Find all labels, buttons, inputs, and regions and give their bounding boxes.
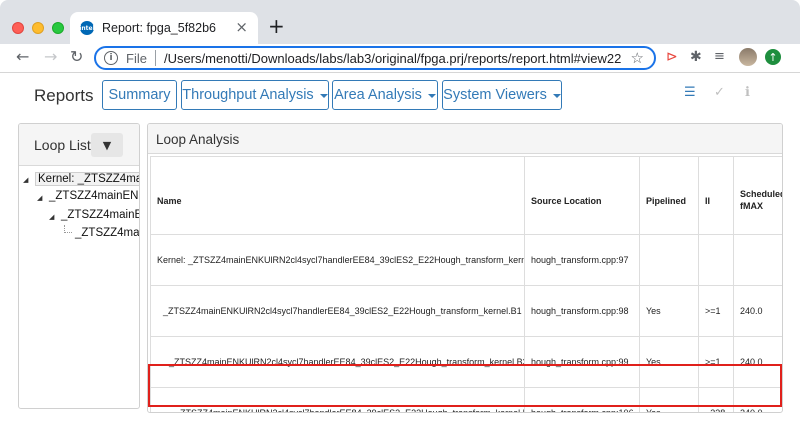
- update-arrow-icon[interactable]: ↑: [765, 49, 781, 65]
- tree-item-b5[interactable]: _ZTSZZ4mainENKUlRN2cl4sycl7handlerEE84_3…: [75, 227, 139, 239]
- window-minimize-button[interactable]: [32, 22, 44, 34]
- system-viewers-dropdown[interactable]: System Viewers: [442, 80, 562, 110]
- cell-ii: ~338: [698, 387, 734, 412]
- cell-fmax: [733, 234, 782, 286]
- source-link[interactable]: hough_transform.cpp:98: [524, 285, 640, 337]
- tree-item-b3[interactable]: _ZTSZZ4mainENKUlRN2cl4sycl7handlerEE84_3…: [61, 209, 139, 221]
- cell-name: _ZTSZZ4mainENKUlRN2cl4sycl7handlerEE84_3…: [150, 285, 525, 337]
- cell-ii: [698, 234, 734, 286]
- source-link[interactable]: hough_transform.cpp:99: [524, 336, 640, 388]
- cell-ii: >=1: [698, 285, 734, 337]
- loop-analysis-panel: Loop Analysis Name Source Location Pipel…: [147, 123, 783, 413]
- summary-button-label: Summary: [108, 87, 171, 103]
- column-header-ii[interactable]: II: [698, 156, 734, 235]
- area-analysis-label: Area Analysis: [334, 87, 422, 103]
- cell-name: _ZTSZZ4mainENKUlRN2cl4sycl7handlerEE84_3…: [150, 387, 525, 412]
- verified-icon[interactable]: ✓: [714, 86, 725, 100]
- tree-toggle-icon[interactable]: ◢: [49, 213, 54, 221]
- tree-item-b1[interactable]: _ZTSZZ4mainENKUlRN2cl4sycl7handlerEE84_3…: [49, 190, 139, 202]
- area-analysis-dropdown[interactable]: Area Analysis: [332, 80, 438, 110]
- tree-connector: [64, 225, 72, 233]
- column-header-name[interactable]: Name: [150, 156, 525, 235]
- loop-analysis-table: Name Source Location Pipelined II Schedu…: [150, 156, 782, 412]
- system-viewers-label: System Viewers: [443, 87, 547, 103]
- caret-down-icon: [552, 94, 561, 98]
- summary-button[interactable]: Summary: [102, 80, 177, 110]
- url-text[interactable]: /Users/menotti/Downloads/labs/lab3/origi…: [164, 51, 621, 66]
- filter-icon: ▼: [102, 138, 112, 152]
- tree-toggle-icon[interactable]: ◢: [23, 176, 28, 184]
- browser-tab[interactable]: intel Report: fpga_5f82b6 ×: [70, 12, 258, 44]
- back-arrow-icon[interactable]: ←: [16, 49, 29, 65]
- list-view-icon[interactable]: ☰: [684, 86, 696, 100]
- table-row[interactable]: _ZTSZZ4mainENKUlRN2cl4sycl7handlerEE84_3…: [150, 387, 782, 412]
- throughput-analysis-label: Throughput Analysis: [182, 87, 314, 103]
- intel-favicon-icon: intel: [79, 21, 95, 35]
- window-close-button[interactable]: [12, 22, 24, 34]
- table-row[interactable]: _ZTSZZ4mainENKUlRN2cl4sycl7handlerEE84_3…: [150, 336, 782, 388]
- column-header-fmax[interactable]: Scheduled fMAX: [733, 156, 782, 235]
- cell-pipelined: Yes: [639, 387, 699, 412]
- tree-toggle-icon[interactable]: ◢: [37, 194, 42, 202]
- tab-close-icon[interactable]: ×: [235, 20, 248, 35]
- puzzle-extensions-icon[interactable]: ✱: [690, 49, 702, 65]
- tab-title: Report: fpga_5f82b6: [102, 21, 216, 35]
- cell-pipelined: Yes: [639, 336, 699, 388]
- cell-fmax: 240.0: [733, 336, 782, 388]
- loop-list-panel: Loop List ▼ ◢ Kernel: _ZTSZZ4mainENKUlRN…: [18, 123, 140, 409]
- url-scheme-label: File: [126, 50, 147, 66]
- window-zoom-button[interactable]: [52, 22, 64, 34]
- cell-fmax: 240.0: [733, 285, 782, 337]
- browser-toolbar: ← → ↻ i File /Users/menotti/Downloads/la…: [0, 44, 800, 72]
- reports-brand: Reports: [34, 86, 94, 105]
- table-row[interactable]: _ZTSZZ4mainENKUlRN2cl4sycl7handlerEE84_3…: [150, 285, 782, 337]
- cell-pipelined: [639, 234, 699, 286]
- caret-down-icon: [427, 94, 436, 98]
- media-controls-icon[interactable]: ≡: [714, 49, 725, 65]
- forward-arrow-icon[interactable]: →: [44, 49, 57, 65]
- filter-button[interactable]: ▼: [91, 133, 123, 157]
- report-page: Reports Summary Throughput Analysis Area…: [0, 72, 800, 426]
- new-tab-icon[interactable]: +: [268, 16, 285, 36]
- cell-name: Kernel: _ZTSZZ4mainENKUlRN2cl4sycl7handl…: [150, 234, 525, 286]
- extension-icon[interactable]: ⊳: [666, 49, 678, 65]
- loop-analysis-header: Loop Analysis: [148, 124, 782, 154]
- tree-item-kernel[interactable]: Kernel: _ZTSZZ4mainENKUlRN2cl4sycl7handl…: [35, 172, 139, 186]
- loop-analysis-title: Loop Analysis: [156, 132, 240, 147]
- loop-list-title: Loop List: [34, 137, 91, 153]
- cell-name: _ZTSZZ4mainENKUlRN2cl4sycl7handlerEE84_3…: [150, 336, 525, 388]
- cell-pipelined: Yes: [639, 285, 699, 337]
- reload-icon[interactable]: ↻: [70, 49, 83, 65]
- table-header-row: Name Source Location Pipelined II Schedu…: [150, 156, 782, 235]
- throughput-analysis-dropdown[interactable]: Throughput Analysis: [181, 80, 329, 110]
- source-link[interactable]: hough_transform.cpp:97: [524, 234, 640, 286]
- loop-list-header: Loop List ▼: [19, 124, 139, 166]
- table-row[interactable]: Kernel: _ZTSZZ4mainENKUlRN2cl4sycl7handl…: [150, 234, 782, 286]
- cell-fmax: 240.0: [733, 387, 782, 412]
- url-separator: [154, 50, 156, 66]
- column-header-source[interactable]: Source Location: [524, 156, 640, 235]
- caret-down-icon: [319, 94, 328, 98]
- browser-chrome: intel Report: fpga_5f82b6 × + ← → ↻ i Fi…: [0, 0, 800, 72]
- column-header-pipelined[interactable]: Pipelined: [639, 156, 699, 235]
- info-icon[interactable]: ℹ: [745, 86, 750, 100]
- site-info-icon[interactable]: i: [104, 51, 118, 65]
- source-link[interactable]: hough_transform.cpp:106: [524, 387, 640, 412]
- address-bar[interactable]: i File /Users/menotti/Downloads/labs/lab…: [94, 46, 656, 70]
- profile-avatar[interactable]: [739, 48, 757, 66]
- cell-ii: >=1: [698, 336, 734, 388]
- bookmark-star-icon[interactable]: ☆: [631, 49, 644, 67]
